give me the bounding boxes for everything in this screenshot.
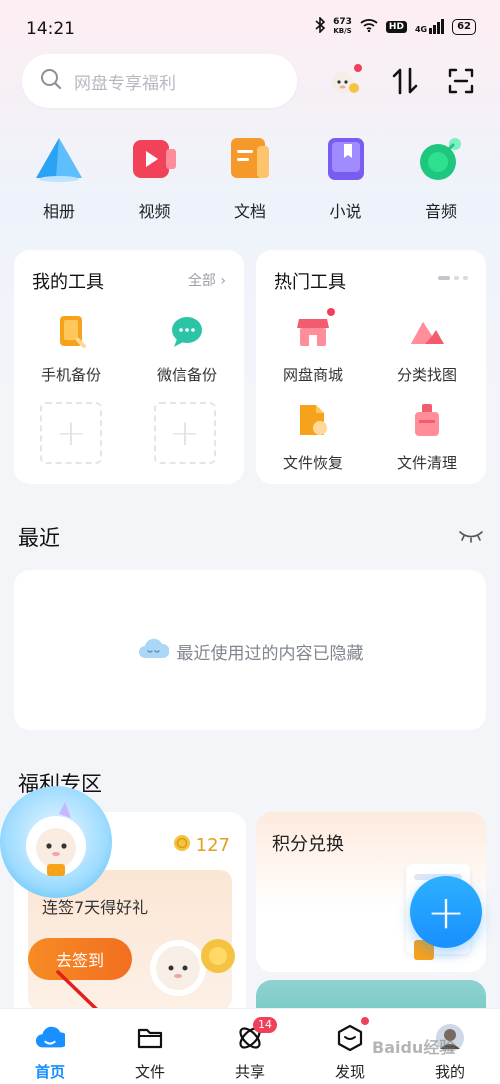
coin-icon [173, 834, 191, 857]
watermark: Baidu经验 [372, 1038, 456, 1057]
points-exchange-title: 积分兑换 [272, 834, 344, 855]
battery-indicator: 62 [452, 18, 476, 35]
category-audio[interactable]: 音频 [396, 134, 486, 222]
nav-home[interactable]: 首页 [5, 1023, 95, 1082]
chevron-right-icon: › [220, 273, 226, 289]
tool-find-image[interactable]: 分类找图 [372, 312, 482, 385]
eye-closed-icon [459, 531, 483, 543]
hide-recent-toggle[interactable] [458, 528, 484, 547]
notification-dot [327, 308, 335, 316]
floating-mascot[interactable] [0, 786, 112, 898]
tool-wechat-backup[interactable]: 微信备份 [132, 312, 242, 385]
category-video[interactable]: 视频 [110, 134, 200, 222]
category-album[interactable]: 相册 [14, 134, 104, 222]
search-icon [40, 68, 62, 94]
hd-badge: HD [385, 20, 407, 33]
discover-icon [335, 1017, 369, 1053]
audio-icon [416, 134, 466, 184]
notification-dot [354, 64, 362, 72]
file-recovery-icon [293, 400, 333, 440]
add-fab-button[interactable]: + [410, 876, 482, 948]
cloud-icon [137, 638, 170, 665]
folder-icon [135, 1023, 165, 1053]
tool-file-recovery[interactable]: 文件恢复 [258, 400, 368, 473]
recent-empty-state: 最近使用过的内容已隐藏 [14, 638, 486, 665]
add-tool-slot-1[interactable]: + [40, 402, 102, 464]
category-novel[interactable]: 小说 [301, 134, 391, 222]
search-bar[interactable]: 网盘专享福利 [22, 54, 297, 108]
status-icons: 673 KB/S HD 4G 62 [315, 16, 476, 36]
sign-in-button[interactable]: 去签到 [28, 938, 132, 980]
recent-title: 最近 [18, 526, 60, 550]
status-bar: 14:21 673 KB/S HD 4G 62 [0, 0, 500, 58]
phone-backup-icon [51, 312, 91, 352]
notification-dot [361, 1017, 369, 1025]
tool-store[interactable]: 网盘商城 [258, 308, 368, 385]
scan-icon [448, 68, 474, 94]
store-icon [293, 308, 335, 352]
nav-files[interactable]: 文件 [105, 1023, 195, 1082]
novel-icon [321, 134, 371, 184]
status-time: 14:21 [26, 19, 75, 39]
tool-file-cleanup[interactable]: 文件清理 [372, 400, 482, 473]
mascot-coin-illustration [134, 910, 244, 1022]
video-icon [130, 134, 180, 184]
recent-panel: 最近使用过的内容已隐藏 [14, 570, 486, 730]
hot-tools-title: 热门工具 [274, 272, 346, 293]
plus-icon: + [426, 885, 466, 939]
file-cleanup-icon [407, 400, 447, 440]
welfare-mascot-button[interactable] [326, 62, 364, 100]
share-badge: 14 [253, 1017, 277, 1033]
share-icon: 14 [235, 1017, 277, 1053]
search-placeholder: 网盘专享福利 [74, 73, 176, 94]
my-tools-title: 我的工具 [32, 272, 104, 293]
carousel-dots [438, 276, 468, 280]
network-speed: 673 KB/S [333, 16, 352, 35]
wechat-backup-icon [167, 312, 207, 352]
my-tools-card: 我的工具 全部 › 手机备份 微信备份 + + [14, 250, 244, 484]
bluetooth-icon [315, 16, 326, 36]
scan-button[interactable] [442, 62, 480, 100]
nav-share[interactable]: 14 共享 [205, 1017, 295, 1082]
wifi-icon [360, 18, 378, 35]
transfer-arrows-icon [392, 67, 418, 95]
mascot-icon [26, 802, 86, 876]
cell-signal-icon: 4G [415, 19, 445, 34]
add-tool-slot-2[interactable]: + [154, 402, 216, 464]
app-screen: 14:21 673 KB/S HD 4G 62 网盘专享福利 相册 视频 文档 … [0, 0, 500, 1084]
find-image-icon [407, 312, 447, 352]
photo-album-icon [34, 134, 84, 184]
my-tools-more-link[interactable]: 全部 › [188, 270, 226, 290]
category-row: 相册 视频 文档 小说 音频 [14, 134, 486, 222]
tool-phone-backup[interactable]: 手机备份 [16, 312, 126, 385]
home-cloud-icon [35, 1023, 65, 1053]
transfer-button[interactable] [386, 62, 424, 100]
hot-tools-card: 热门工具 网盘商城 分类找图 文件恢复 文件清理 [256, 250, 486, 484]
document-icon [225, 134, 275, 184]
coin-balance: 127 [173, 834, 230, 857]
category-document[interactable]: 文档 [205, 134, 295, 222]
